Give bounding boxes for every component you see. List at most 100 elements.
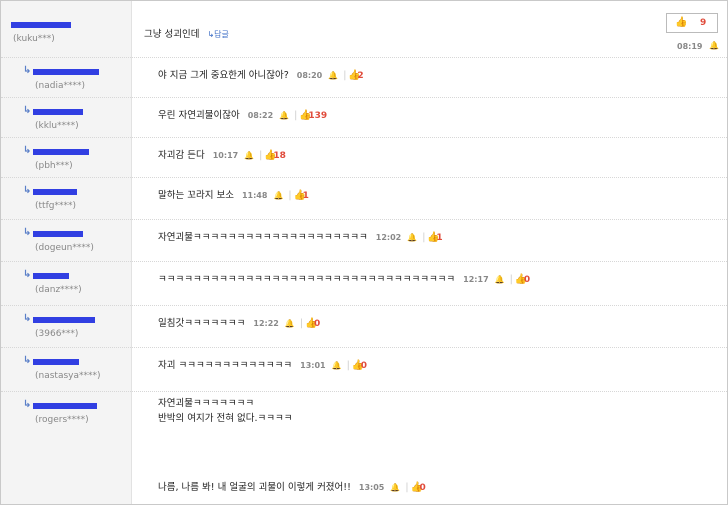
report-bell-icon[interactable]: 🔔 — [328, 71, 338, 80]
comment-line: 반박의 여지가 전혀 없다.ㅋㅋㅋㅋ — [158, 410, 292, 424]
author-id: (rogers****) — [35, 415, 89, 425]
report-bell-icon[interactable]: 🔔 — [279, 111, 289, 120]
reply-arrow-icon: ↳ — [23, 185, 32, 196]
comment-text: 우린 자연괴물이잖아 08:22 🔔 | 👍139 — [158, 107, 327, 121]
separator: | — [294, 110, 298, 121]
comment-text: 야 지금 그게 중요한게 아니잖아? 08:20 🔔 | 👍2 — [158, 67, 364, 81]
comment-time: 08:22 — [247, 111, 274, 120]
report-bell-icon[interactable]: 🔔 — [390, 483, 400, 492]
separator: | — [288, 190, 292, 201]
report-bell-icon[interactable]: 🔔 — [407, 233, 417, 242]
separator: | — [299, 318, 304, 329]
reply-arrow-icon: ↳ — [23, 145, 32, 156]
reply-row: ↳ (pbh***) 자괴감 든다 10:17 🔔 | 👍18 — [1, 137, 727, 178]
comment-text: 자괴감 든다 10:17 🔔 | 👍18 — [158, 147, 286, 161]
report-bell-icon[interactable]: 🔔 — [495, 275, 505, 284]
comment-body: 자연괴물ㅋㅋㅋㅋㅋㅋㅋㅋㅋㅋㅋㅋㅋㅋㅋㅋㅋㅋㅋㅋ — [158, 232, 368, 243]
comment-time: 12:02 — [375, 233, 402, 242]
comment-body: 자괴감 든다 — [158, 150, 205, 161]
comment-body: 자연괴물ㅋㅋㅋㅋㅋㅋㅋ — [158, 398, 255, 409]
comment-line: 나름, 나름 봐! 내 얼굴의 괴물이 이렇게 커졌어!! 13:05 🔔 | 👍0 — [158, 479, 426, 493]
author-nickname-redacted[interactable] — [33, 228, 83, 238]
reply-row: ↳ (danz****) ㅋㅋㅋㅋㅋㅋㅋㅋㅋㅋㅋㅋㅋㅋㅋㅋㅋㅋㅋㅋㅋㅋㅋㅋㅋㅋㅋㅋㅋ… — [1, 261, 727, 306]
reply-row: ↳ (nadia****) 야 지금 그게 중요한게 아니잖아? 08:20 🔔 | 👍2 — [1, 57, 727, 98]
thumbs-up-icon[interactable]: 👍 — [427, 232, 439, 243]
reply-link[interactable]: ↳답글 — [207, 30, 228, 39]
comment-text: 그냥 성괴인데 ↳답글 — [144, 26, 229, 40]
author-id: (dogeun****) — [35, 243, 94, 253]
author-nickname-redacted[interactable] — [33, 356, 79, 366]
comment-time: 13:05 — [358, 483, 385, 492]
author-id: (3966***) — [35, 329, 79, 339]
comment-top: (kuku***) 그냥 성괴인데 ↳답글 👍 9 08:19 🔔 — [1, 1, 727, 58]
thumbs-up-icon[interactable]: 👍 — [352, 360, 364, 371]
report-bell-icon[interactable]: 🔔 — [709, 41, 719, 50]
like-count: 18 — [273, 151, 286, 161]
report-bell-icon[interactable]: 🔔 — [273, 191, 283, 200]
like-count: 0 — [419, 483, 426, 493]
comment-text: 말하는 꼬라지 보소 11:48 🔔 | 👍1 — [158, 187, 309, 201]
thumbs-up-icon[interactable]: 👍 — [299, 110, 311, 121]
report-bell-icon[interactable]: 🔔 — [285, 319, 295, 328]
comment-text: 자연괴물ㅋㅋㅋㅋㅋㅋㅋㅋㅋㅋㅋㅋㅋㅋㅋㅋㅋㅋㅋㅋ 12:02 🔔 | 👍1 — [158, 229, 443, 243]
comment-time: 08:19 — [677, 42, 703, 51]
separator: | — [259, 150, 263, 161]
author-id: (nastasya****) — [35, 371, 101, 381]
reply-arrow-icon: ↳ — [23, 399, 32, 410]
comment-thread: (kuku***) 그냥 성괴인데 ↳답글 👍 9 08:19 🔔 ↳ (nadia… — [0, 0, 728, 505]
author-nickname-redacted[interactable] — [33, 146, 89, 156]
reply-row: ↳ (nastasya****) 자괴 ㅋㅋㅋㅋㅋㅋㅋㅋㅋㅋㅋㅋㅋ 13:01 🔔 | 👍0 — [1, 347, 727, 392]
reply-row: ↳ (kklu****) 우린 자연괴물이잖아 08:22 🔔 | 👍139 — [1, 97, 727, 138]
reply-arrow-icon: ↳ — [23, 269, 32, 280]
reply-row: ↳ (ttfg****) 말하는 꼬라지 보소 11:48 🔔 | 👍1 — [1, 177, 727, 220]
comment-time: 12:22 — [253, 319, 279, 328]
author-nickname-redacted[interactable] — [33, 106, 83, 116]
separator: | — [405, 482, 409, 493]
comment-body: 말하는 꼬라지 보소 — [158, 190, 234, 201]
author-id: (pbh***) — [35, 161, 73, 171]
thumbs-up-icon[interactable]: 👍 — [264, 150, 276, 161]
report-bell-icon[interactable]: 🔔 — [244, 151, 254, 160]
comment-time: 08:20 — [296, 71, 323, 80]
author-nickname-redacted[interactable] — [33, 270, 69, 280]
comment-time: 10:17 — [212, 151, 239, 160]
reply-row: ↳ (dogeun****) 자연괴물ㅋㅋㅋㅋㅋㅋㅋㅋㅋㅋㅋㅋㅋㅋㅋㅋㅋㅋㅋㅋ 12:… — [1, 219, 727, 262]
like-count: 1 — [302, 191, 309, 201]
like-count: 9 — [700, 18, 707, 28]
like-count: 2 — [357, 71, 364, 81]
comment-text: ㅋㅋㅋㅋㅋㅋㅋㅋㅋㅋㅋㅋㅋㅋㅋㅋㅋㅋㅋㅋㅋㅋㅋㅋㅋㅋㅋㅋㅋㅋㅋㅋㅋㅋ 12:17 🔔… — [158, 271, 530, 285]
author-nickname-redacted[interactable] — [33, 66, 99, 76]
comment-time: 11:48 — [241, 191, 268, 200]
thumbs-up-icon[interactable]: 👍 — [515, 274, 527, 285]
separator: | — [422, 232, 426, 243]
author-nickname-redacted[interactable] — [33, 186, 77, 196]
like-count: 139 — [308, 111, 328, 121]
like-count: 0 — [314, 319, 321, 329]
thumbs-up-icon[interactable]: 👍 — [411, 482, 423, 493]
comment-line: 자연괴물ㅋㅋㅋㅋㅋㅋㅋ — [158, 395, 254, 409]
separator: | — [343, 70, 347, 81]
reply-row: ↳ (rogers****) 자연괴물ㅋㅋㅋㅋㅋㅋㅋ 반박의 여지가 전혀 없다.ㅋㅋ… — [1, 391, 727, 504]
author-id: (kuku***) — [13, 34, 55, 44]
author-nickname-redacted[interactable] — [33, 314, 95, 324]
thumbs-up-icon[interactable]: 👍 — [348, 70, 360, 81]
reply-arrow-icon: ↳ — [23, 313, 32, 324]
report-bell-icon[interactable]: 🔔 — [332, 361, 342, 370]
thumbs-up-icon: 👍 — [675, 17, 688, 28]
comment-time: 12:17 — [463, 275, 489, 284]
comment-time: 13:01 — [300, 361, 326, 370]
thumbs-up-icon[interactable]: 👍 — [305, 318, 317, 329]
like-count: 1 — [436, 233, 443, 243]
author-nickname-redacted[interactable] — [33, 400, 97, 410]
author-id: (kklu****) — [35, 121, 79, 131]
author-nickname-redacted[interactable] — [11, 19, 71, 29]
like-button[interactable]: 👍 9 — [666, 13, 718, 33]
author-id: (ttfg****) — [35, 201, 76, 211]
like-count: 0 — [360, 361, 368, 371]
separator: | — [509, 274, 513, 285]
comment-body: 자괴 ㅋㅋㅋㅋㅋㅋㅋㅋㅋㅋㅋㅋㅋ — [158, 360, 293, 371]
reply-row: ↳ (3966***) 일침갓ㅋㅋㅋㅋㅋㅋㅋ 12:22 🔔 | 👍0 — [1, 305, 727, 348]
reply-arrow-icon: ↳ — [23, 65, 32, 76]
thumbs-up-icon[interactable]: 👍 — [294, 190, 306, 201]
author-id: (nadia****) — [35, 81, 85, 91]
